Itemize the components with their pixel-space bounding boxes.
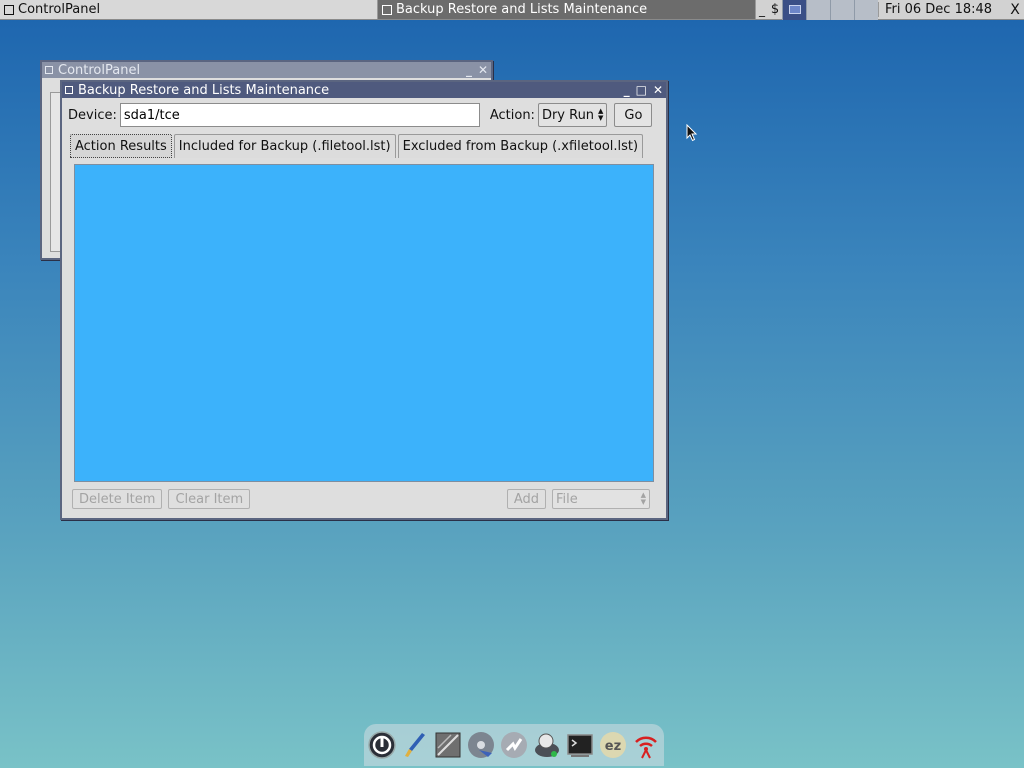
action-value: Dry Run xyxy=(541,107,595,123)
window-icon xyxy=(4,4,14,15)
pager-desktop-4[interactable] xyxy=(854,0,878,20)
tab-bar: Action Results Included for Backup (.fil… xyxy=(70,134,656,158)
window-title: ControlPanel xyxy=(58,62,141,78)
desktop-pager[interactable] xyxy=(782,0,878,20)
disk-icon[interactable] xyxy=(466,730,497,761)
system-tray: _ $ Fri 06 Dec 18:48 X xyxy=(756,0,1024,20)
brush-icon[interactable] xyxy=(400,730,431,761)
add-type-value: File xyxy=(556,491,578,507)
maximize-icon[interactable]: □ xyxy=(636,83,647,97)
spin-icon: ▲ ▼ xyxy=(640,491,646,506)
task-backup-restore[interactable]: Backup Restore and Lists Maintenance xyxy=(378,0,756,19)
close-icon[interactable]: ✕ xyxy=(478,63,488,77)
pager-desktop-2[interactable] xyxy=(806,0,830,20)
window-menu-icon[interactable] xyxy=(65,86,73,94)
titlebar[interactable]: ControlPanel _ ✕ xyxy=(42,62,491,78)
control-panel-icon[interactable] xyxy=(532,730,563,761)
power-icon[interactable] xyxy=(367,730,398,761)
action-results-panel[interactable] xyxy=(74,164,654,482)
clock: Fri 06 Dec 18:48 xyxy=(878,2,1006,17)
action-label: Action: xyxy=(489,107,535,123)
task-controlpanel[interactable]: ControlPanel xyxy=(0,0,378,19)
tab-action-results[interactable]: Action Results xyxy=(70,134,172,158)
minimize-all-button[interactable]: _ xyxy=(756,0,768,20)
close-icon[interactable]: ✕ xyxy=(653,83,663,97)
task-label: ControlPanel xyxy=(18,2,101,17)
pager-desktop-3[interactable] xyxy=(830,0,854,20)
apps-icon[interactable] xyxy=(499,730,530,761)
backup-restore-window: Backup Restore and Lists Maintenance _ □… xyxy=(60,80,668,520)
task-label: Backup Restore and Lists Maintenance xyxy=(396,2,648,17)
tab-excluded-backup[interactable]: Excluded from Backup (.xfiletool.lst) xyxy=(397,134,644,158)
taskbar: ControlPanel Backup Restore and Lists Ma… xyxy=(0,0,1024,20)
device-row: Device: Action: Dry Run ▲▼ Go xyxy=(68,102,660,128)
tab-included-backup[interactable]: Included for Backup (.filetool.lst) xyxy=(173,134,396,158)
shell-tray-button[interactable]: $ xyxy=(768,0,782,20)
minimize-icon[interactable]: _ xyxy=(624,83,630,97)
titlebar[interactable]: Backup Restore and Lists Maintenance _ □… xyxy=(62,82,666,98)
terminal-icon[interactable] xyxy=(565,730,596,761)
ez-remaster-icon[interactable]: ez xyxy=(598,730,629,761)
go-button[interactable]: Go xyxy=(614,103,653,127)
add-type-select[interactable]: File ▲ ▼ xyxy=(552,489,650,509)
spin-icon: ▲ ▼ xyxy=(598,107,604,122)
mouse-cursor-icon xyxy=(686,124,698,142)
wifi-icon[interactable] xyxy=(631,730,662,761)
window-menu-icon[interactable] xyxy=(45,66,53,74)
pager-desktop-1[interactable] xyxy=(782,0,806,20)
action-select[interactable]: Dry Run ▲ ▼ xyxy=(537,103,608,127)
device-input[interactable] xyxy=(119,103,480,127)
ez-label: ez xyxy=(605,739,621,754)
add-button[interactable]: Add xyxy=(506,489,546,509)
window-icon xyxy=(382,4,392,15)
image-icon[interactable] xyxy=(433,730,464,761)
minimize-icon[interactable]: _ xyxy=(466,63,472,77)
bottom-controls: Delete Item Clear Item Add File ▲ ▼ xyxy=(72,488,650,510)
dock: ez xyxy=(364,724,664,766)
close-window-button[interactable]: X xyxy=(1006,0,1024,20)
delete-item-button[interactable]: Delete Item xyxy=(72,489,163,509)
window-title: Backup Restore and Lists Maintenance xyxy=(78,82,330,98)
device-label: Device: xyxy=(68,107,117,123)
clear-item-button[interactable]: Clear Item xyxy=(168,489,251,509)
